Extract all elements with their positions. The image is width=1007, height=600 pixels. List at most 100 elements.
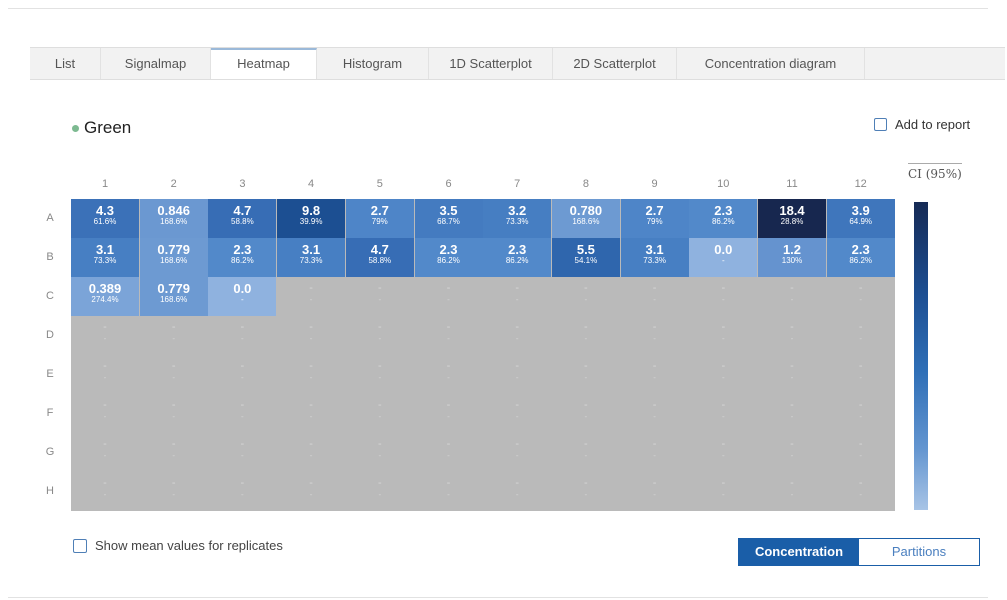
heatmap-cell[interactable]: 1.2 130% xyxy=(758,238,826,277)
heatmap-cell[interactable]: -- xyxy=(621,433,689,472)
heatmap-cell[interactable]: 5.5 54.1% xyxy=(551,238,620,277)
heatmap-cell[interactable]: -- xyxy=(346,472,414,511)
heatmap-cell[interactable]: -- xyxy=(689,355,757,394)
heatmap-cell[interactable]: -- xyxy=(277,277,345,316)
heatmap-cell[interactable]: 2.3 86.2% xyxy=(483,238,552,277)
heatmap-cell[interactable]: -- xyxy=(277,316,345,355)
heatmap-cell[interactable]: -- xyxy=(277,355,345,394)
heatmap-cell[interactable]: -- xyxy=(71,433,139,472)
heatmap-cell[interactable]: -- xyxy=(71,316,139,355)
heatmap-cell[interactable]: 0.779 168.6% xyxy=(139,238,208,277)
heatmap-cell[interactable]: -- xyxy=(758,472,826,511)
heatmap-cell[interactable]: -- xyxy=(208,355,276,394)
heatmap-cell[interactable]: 2.3 86.2% xyxy=(826,238,895,277)
heatmap-cell[interactable]: 18.4 28.8% xyxy=(758,199,826,238)
tab-list[interactable]: List xyxy=(30,48,101,79)
heatmap-cell[interactable]: 0.0- xyxy=(689,238,758,277)
tab-concentration-diagram[interactable]: Concentration diagram xyxy=(677,48,865,79)
heatmap-cell[interactable]: 3.9 64.9% xyxy=(826,199,895,238)
heatmap-cell[interactable]: 0.780 168.6% xyxy=(551,199,620,238)
add-to-report[interactable]: Add to report xyxy=(874,117,970,132)
heatmap-cell[interactable]: -- xyxy=(346,277,414,316)
heatmap-cell[interactable]: -- xyxy=(71,394,139,433)
heatmap-cell[interactable]: -- xyxy=(140,355,208,394)
heatmap-cell[interactable]: -- xyxy=(277,394,345,433)
heatmap-cell[interactable]: 3.1 73.3% xyxy=(620,238,689,277)
heatmap-cell[interactable]: 3.2 73.3% xyxy=(483,199,552,238)
tab-histogram[interactable]: Histogram xyxy=(317,48,429,79)
heatmap-cell[interactable]: 2.3 86.2% xyxy=(208,238,277,277)
heatmap-cell[interactable]: -- xyxy=(552,433,620,472)
heatmap-cell[interactable]: -- xyxy=(758,433,826,472)
heatmap-cell[interactable]: 0.846 168.6% xyxy=(139,199,208,238)
heatmap-cell[interactable]: -- xyxy=(346,394,414,433)
heatmap-cell[interactable]: -- xyxy=(689,394,757,433)
heatmap-cell[interactable]: 3.1 73.3% xyxy=(71,238,139,277)
heatmap-cell[interactable]: -- xyxy=(415,433,483,472)
heatmap-cell[interactable]: -- xyxy=(827,316,895,355)
heatmap-cell[interactable]: -- xyxy=(71,355,139,394)
heatmap-cell[interactable]: -- xyxy=(621,394,689,433)
heatmap-cell[interactable]: -- xyxy=(827,433,895,472)
heatmap-cell[interactable]: -- xyxy=(621,472,689,511)
tab-2d-scatterplot[interactable]: 2D Scatterplot xyxy=(553,48,677,79)
heatmap-cell[interactable]: 0.389 274.4% xyxy=(71,277,139,316)
heatmap-cell[interactable]: 0.779 168.6% xyxy=(139,277,208,316)
show-mean-option[interactable]: Show mean values for replicates xyxy=(73,538,283,553)
heatmap-cell[interactable]: -- xyxy=(208,472,276,511)
heatmap-cell[interactable]: -- xyxy=(277,433,345,472)
heatmap-cell[interactable]: -- xyxy=(689,433,757,472)
heatmap-cell[interactable]: -- xyxy=(689,472,757,511)
heatmap-cell[interactable]: 2.7 79% xyxy=(345,199,414,238)
heatmap-cell[interactable]: -- xyxy=(483,355,551,394)
heatmap-cell[interactable]: -- xyxy=(140,394,208,433)
heatmap-cell[interactable]: 0.0- xyxy=(208,277,277,316)
heatmap-cell[interactable]: -- xyxy=(346,433,414,472)
partitions-button[interactable]: Partitions xyxy=(859,539,979,565)
heatmap-cell[interactable]: 3.1 73.3% xyxy=(277,238,346,277)
heatmap-cell[interactable]: -- xyxy=(415,277,483,316)
tab-1d-scatterplot[interactable]: 1D Scatterplot xyxy=(429,48,553,79)
heatmap-cell[interactable]: 4.7 58.8% xyxy=(345,238,414,277)
heatmap-cell[interactable]: -- xyxy=(621,277,689,316)
heatmap-cell[interactable]: -- xyxy=(758,394,826,433)
heatmap-cell[interactable]: -- xyxy=(621,355,689,394)
heatmap-cell[interactable]: 4.3 61.6% xyxy=(71,199,139,238)
heatmap-cell[interactable]: 4.7 58.8% xyxy=(208,199,277,238)
heatmap-cell[interactable]: -- xyxy=(140,472,208,511)
heatmap-cell[interactable]: -- xyxy=(208,433,276,472)
heatmap-cell[interactable]: -- xyxy=(689,316,757,355)
heatmap-cell[interactable]: -- xyxy=(827,277,895,316)
heatmap-cell[interactable]: -- xyxy=(140,433,208,472)
heatmap-cell[interactable]: 9.8 39.9% xyxy=(277,199,346,238)
tab-heatmap[interactable]: Heatmap xyxy=(211,48,317,79)
heatmap-cell[interactable]: -- xyxy=(71,472,139,511)
heatmap-cell[interactable]: -- xyxy=(552,316,620,355)
show-mean-checkbox[interactable] xyxy=(73,538,87,553)
heatmap-cell[interactable]: -- xyxy=(552,277,620,316)
concentration-button[interactable]: Concentration xyxy=(739,539,859,565)
heatmap-cell[interactable]: -- xyxy=(483,277,551,316)
heatmap-cell[interactable]: -- xyxy=(140,316,208,355)
heatmap-cell[interactable]: -- xyxy=(415,355,483,394)
heatmap-cell[interactable]: 3.5 68.7% xyxy=(414,199,483,238)
tab-signalmap[interactable]: Signalmap xyxy=(101,48,211,79)
heatmap-cell[interactable]: -- xyxy=(415,472,483,511)
heatmap-cell[interactable]: -- xyxy=(346,355,414,394)
heatmap-cell[interactable]: -- xyxy=(415,394,483,433)
heatmap-cell[interactable]: -- xyxy=(758,277,826,316)
heatmap-cell[interactable]: -- xyxy=(758,355,826,394)
heatmap-cell[interactable]: -- xyxy=(483,472,551,511)
heatmap-cell[interactable]: -- xyxy=(689,277,757,316)
add-to-report-checkbox[interactable] xyxy=(874,118,887,131)
heatmap-cell[interactable]: -- xyxy=(827,394,895,433)
heatmap-cell[interactable]: -- xyxy=(483,316,551,355)
heatmap-cell[interactable]: -- xyxy=(277,472,345,511)
heatmap-cell[interactable]: 2.3 86.2% xyxy=(414,238,483,277)
heatmap-cell[interactable]: -- xyxy=(208,316,276,355)
heatmap-cell[interactable]: -- xyxy=(208,394,276,433)
heatmap-cell[interactable]: 2.7 79% xyxy=(620,199,689,238)
heatmap-cell[interactable]: -- xyxy=(552,472,620,511)
heatmap-cell[interactable]: -- xyxy=(415,316,483,355)
heatmap-cell[interactable]: -- xyxy=(621,316,689,355)
